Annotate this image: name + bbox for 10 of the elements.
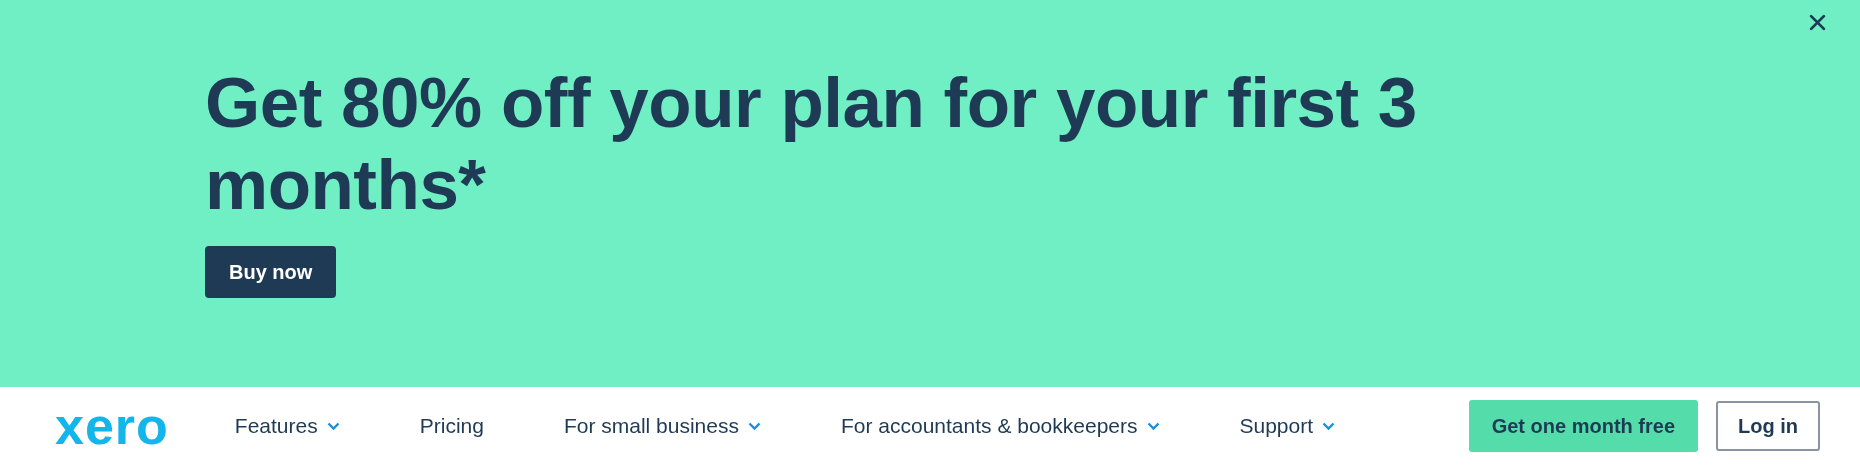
promo-heading: Get 80% off your plan for your first 3 months*: [205, 62, 1418, 226]
get-one-month-free-button[interactable]: Get one month free: [1468, 400, 1698, 452]
close-icon[interactable]: [1809, 14, 1826, 31]
nav-link[interactable]: Features: [234, 414, 340, 438]
buy-now-button[interactable]: Buy now: [205, 246, 337, 298]
nav-link[interactable]: For small business: [563, 414, 761, 438]
log-in-button[interactable]: Log in: [1716, 401, 1820, 451]
nav-link[interactable]: Pricing: [419, 414, 484, 438]
nav-link[interactable]: Support: [1239, 414, 1336, 438]
nav-link[interactable]: For accountants & bookkeepers: [841, 414, 1160, 438]
